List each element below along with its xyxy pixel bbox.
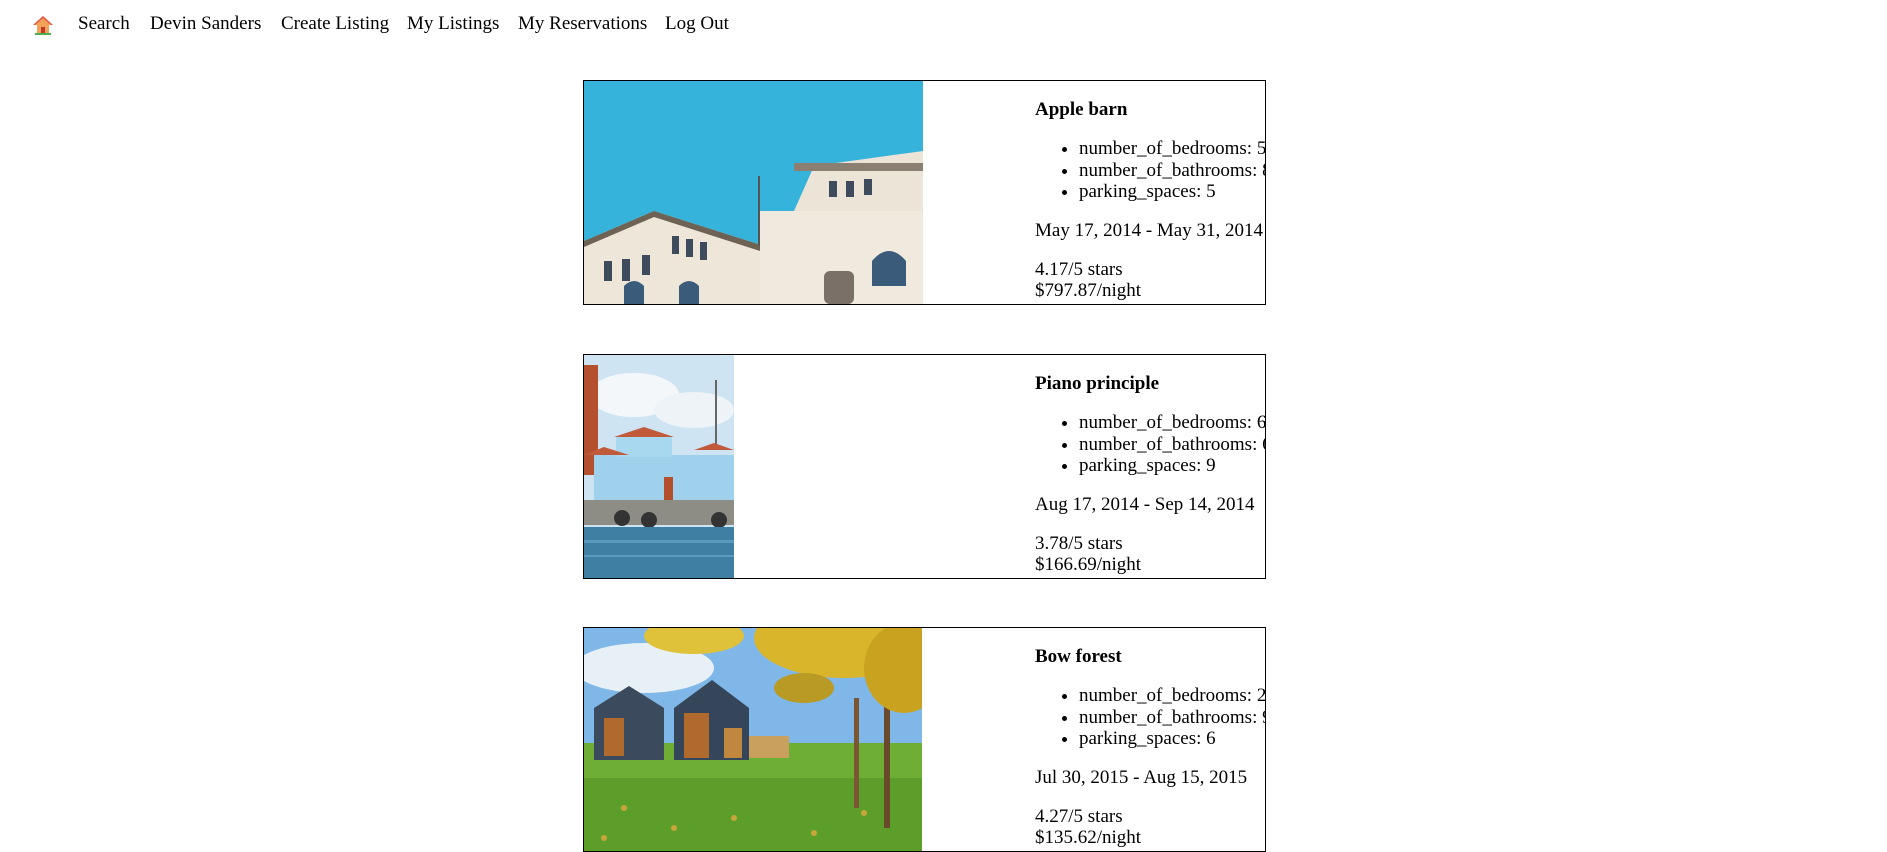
listing-title: Bow forest xyxy=(1035,646,1122,667)
listing-features: number_of_bedrooms: 2 number_of_bathroom… xyxy=(1035,685,1265,750)
nav-my-reservations-link[interactable]: My Reservations xyxy=(518,13,647,35)
feature-parking: parking_spaces: 5 xyxy=(1079,181,1265,203)
nav-my-listings-link[interactable]: My Listings xyxy=(407,13,499,35)
listing-title: Apple barn xyxy=(1035,99,1128,120)
nav-user-profile-link[interactable]: Devin Sanders xyxy=(150,13,261,35)
listing-dates: May 17, 2014 - May 31, 2014 xyxy=(1035,219,1263,241)
listing-info: Bow forest number_of_bedrooms: 2 number_… xyxy=(1035,646,1265,849)
listing-price: $166.69/night xyxy=(1035,554,1142,575)
listing-info: Piano principle number_of_bedrooms: 6 nu… xyxy=(1035,373,1265,576)
listing-dates: Aug 17, 2014 - Sep 14, 2014 xyxy=(1035,493,1255,515)
listing-price: $135.62/night xyxy=(1035,827,1142,848)
listing-title: Piano principle xyxy=(1035,373,1160,394)
listing-info: Apple barn number_of_bedrooms: 5 number_… xyxy=(1035,99,1265,302)
listing-rating: 4.27/5 stars xyxy=(1035,805,1123,827)
feature-parking: parking_spaces: 9 xyxy=(1079,455,1265,477)
nav-log-out-link[interactable]: Log Out xyxy=(665,13,729,35)
listing-rating: 3.78/5 stars xyxy=(1035,532,1123,554)
listing-card[interactable]: Piano principle number_of_bedrooms: 6 nu… xyxy=(583,354,1266,579)
listing-price: $797.87/night xyxy=(1035,280,1142,301)
top-nav: Search Devin Sanders Create Listing My L… xyxy=(0,0,1887,50)
home-icon[interactable] xyxy=(32,14,54,36)
listing-card[interactable]: Bow forest number_of_bedrooms: 2 number_… xyxy=(583,627,1266,852)
nav-search-link[interactable]: Search xyxy=(78,13,130,35)
feature-bathrooms: number_of_bathrooms: 6 xyxy=(1079,434,1265,456)
feature-bedrooms: number_of_bedrooms: 6 xyxy=(1079,412,1265,434)
listing-rating: 4.17/5 stars xyxy=(1035,258,1123,280)
listing-photo xyxy=(584,355,734,578)
listing-photo xyxy=(584,81,923,304)
feature-parking: parking_spaces: 6 xyxy=(1079,728,1265,750)
listing-photo xyxy=(584,628,922,851)
listing-features: number_of_bedrooms: 5 number_of_bathroom… xyxy=(1035,138,1265,203)
feature-bedrooms: number_of_bedrooms: 2 xyxy=(1079,685,1265,707)
listing-features: number_of_bedrooms: 6 number_of_bathroom… xyxy=(1035,412,1265,477)
listing-dates: Jul 30, 2015 - Aug 15, 2015 xyxy=(1035,766,1248,788)
listing-card[interactable]: Apple barn number_of_bedrooms: 5 number_… xyxy=(583,80,1266,305)
feature-bathrooms: number_of_bathrooms: 9 xyxy=(1079,707,1265,729)
feature-bathrooms: number_of_bathrooms: 8 xyxy=(1079,160,1265,182)
feature-bedrooms: number_of_bedrooms: 5 xyxy=(1079,138,1265,160)
nav-create-listing-link[interactable]: Create Listing xyxy=(281,13,389,35)
